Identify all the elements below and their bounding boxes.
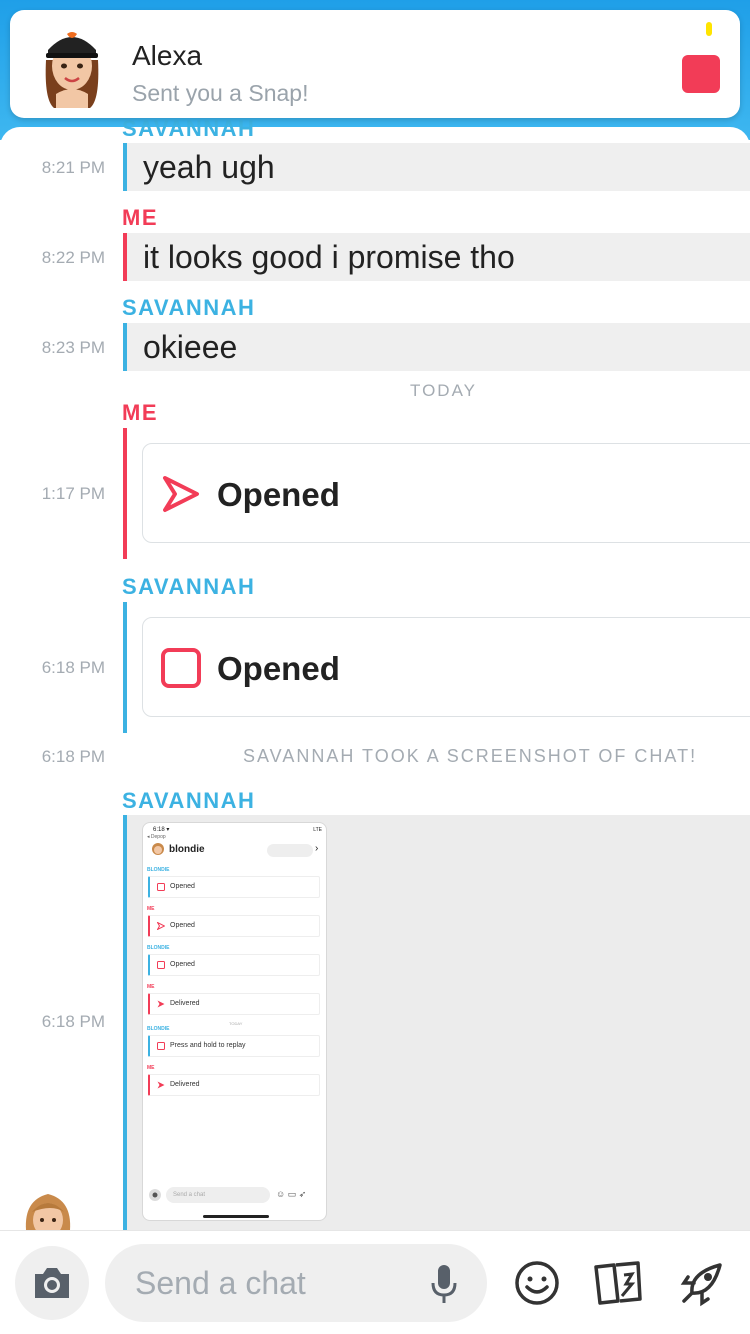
- snap-bar: [123, 602, 127, 733]
- thumb-row-text: Press and hold to replay: [170, 1042, 246, 1049]
- screenshot-notice: SAVANNAH TOOK A SCREENSHOT OF CHAT!: [243, 746, 698, 766]
- screenshot-thumbnail[interactable]: 6:18 ▾ LTE ◂ Depop blondie › BLONDIE Ope…: [142, 822, 327, 1221]
- emoji-icon[interactable]: [513, 1259, 561, 1307]
- message-time: 8:22 PM: [41, 248, 105, 267]
- rocket-games-icon[interactable]: [678, 1259, 726, 1307]
- thumb-chat-input: Send a chat: [166, 1187, 270, 1203]
- snap-sender: ME: [122, 400, 158, 425]
- thumb-filled-arrow-icon: [157, 1000, 165, 1008]
- thumb-home-indicator: [203, 1215, 269, 1218]
- thumb-tool-icons: ☺ ▭ ➶: [276, 1189, 307, 1199]
- camera-button[interactable]: [15, 1246, 89, 1320]
- unopened-snap-icon: [682, 55, 720, 93]
- snap-opened-item[interactable]: Opened: [142, 443, 750, 543]
- thumb-row-text: Delivered: [170, 1081, 200, 1088]
- thumb-row-text: Opened: [170, 961, 195, 968]
- message-time: 8:21 PM: [41, 158, 105, 177]
- message-sender: SAVANNAH: [122, 295, 256, 320]
- opened-arrow-icon: [163, 476, 199, 512]
- day-separator: TODAY: [410, 381, 477, 400]
- media-sender: SAVANNAH: [122, 788, 256, 813]
- snap-notification[interactable]: Alexa Sent you a Snap!: [10, 10, 740, 118]
- thumb-square-icon: [157, 961, 165, 969]
- message-sender: ME: [122, 205, 158, 230]
- thumb-row-text: Delivered: [170, 1000, 200, 1007]
- thumb-chevron-icon: ›: [315, 843, 319, 854]
- thumb-filled-arrow-icon: [157, 1081, 165, 1089]
- snap-sender: SAVANNAH: [122, 574, 256, 599]
- snap-bar: [123, 428, 127, 559]
- microphone-icon[interactable]: [430, 1263, 458, 1305]
- thumb-square-icon: [157, 883, 165, 891]
- thumb-row: Opened: [148, 954, 320, 976]
- thumb-row-sender: ME: [147, 984, 155, 990]
- media-time: 6:18 PM: [41, 1012, 105, 1031]
- thumb-row: Delivered: [148, 993, 320, 1015]
- thumb-row-sender: ME: [147, 1065, 155, 1071]
- notification-sender-name: Alexa: [132, 40, 203, 71]
- alexa-bitmoji-avatar: [45, 32, 99, 108]
- thumb-back: ◂ Depop: [147, 834, 166, 840]
- thumb-row-sender: ME: [147, 906, 155, 912]
- thumb-today: TODAY: [229, 1021, 243, 1026]
- indicator-dot: [706, 22, 712, 36]
- system-time: 6:18 PM: [41, 747, 105, 766]
- snap-time: 6:18 PM: [41, 658, 105, 677]
- thumb-row: Opened: [148, 876, 320, 898]
- snap-status-label: Opened: [217, 650, 340, 687]
- memories-cards-icon[interactable]: [592, 1259, 644, 1307]
- snap-time: 1:17 PM: [41, 484, 105, 503]
- snap-status-label: Opened: [217, 476, 340, 513]
- savannah-bitmoji-avatar: [25, 1194, 71, 1230]
- opened-square-icon: [161, 648, 201, 688]
- thumb-row-text: Opened: [170, 883, 195, 890]
- message-text[interactable]: yeah ugh: [127, 143, 750, 191]
- thumb-row-sender: BLONDIE: [147, 867, 170, 873]
- thumb-avatar-icon: [152, 843, 164, 855]
- chat-composer-bar: [0, 1230, 750, 1334]
- thumb-chat-name: blondie: [169, 844, 205, 855]
- message-text[interactable]: okieee: [127, 323, 750, 371]
- thumb-call-pill: [267, 844, 313, 857]
- notification-subtitle: Sent you a Snap!: [132, 80, 309, 106]
- message-sender: SAVANNAH: [122, 116, 256, 141]
- thumb-status-time: 6:18 ▾: [153, 827, 170, 833]
- message-text[interactable]: it looks good i promise tho: [127, 233, 750, 281]
- thumb-square-icon: [157, 1042, 165, 1050]
- thumb-row: Press and hold to replay: [148, 1035, 320, 1057]
- thumb-row-text: Opened: [170, 922, 195, 929]
- thumb-row: Opened: [148, 915, 320, 937]
- thumb-signal: LTE: [313, 827, 322, 833]
- thumb-row: Delivered: [148, 1074, 320, 1096]
- thumb-row-sender: BLONDIE: [147, 945, 170, 951]
- message-time: 8:23 PM: [41, 338, 105, 357]
- thumb-row-sender: BLONDIE: [147, 1026, 170, 1032]
- camera-icon: [35, 1268, 69, 1298]
- thumb-arrow-icon: [157, 922, 165, 930]
- thumb-camera-icon: [149, 1189, 161, 1201]
- snap-opened-item[interactable]: Opened: [142, 617, 750, 717]
